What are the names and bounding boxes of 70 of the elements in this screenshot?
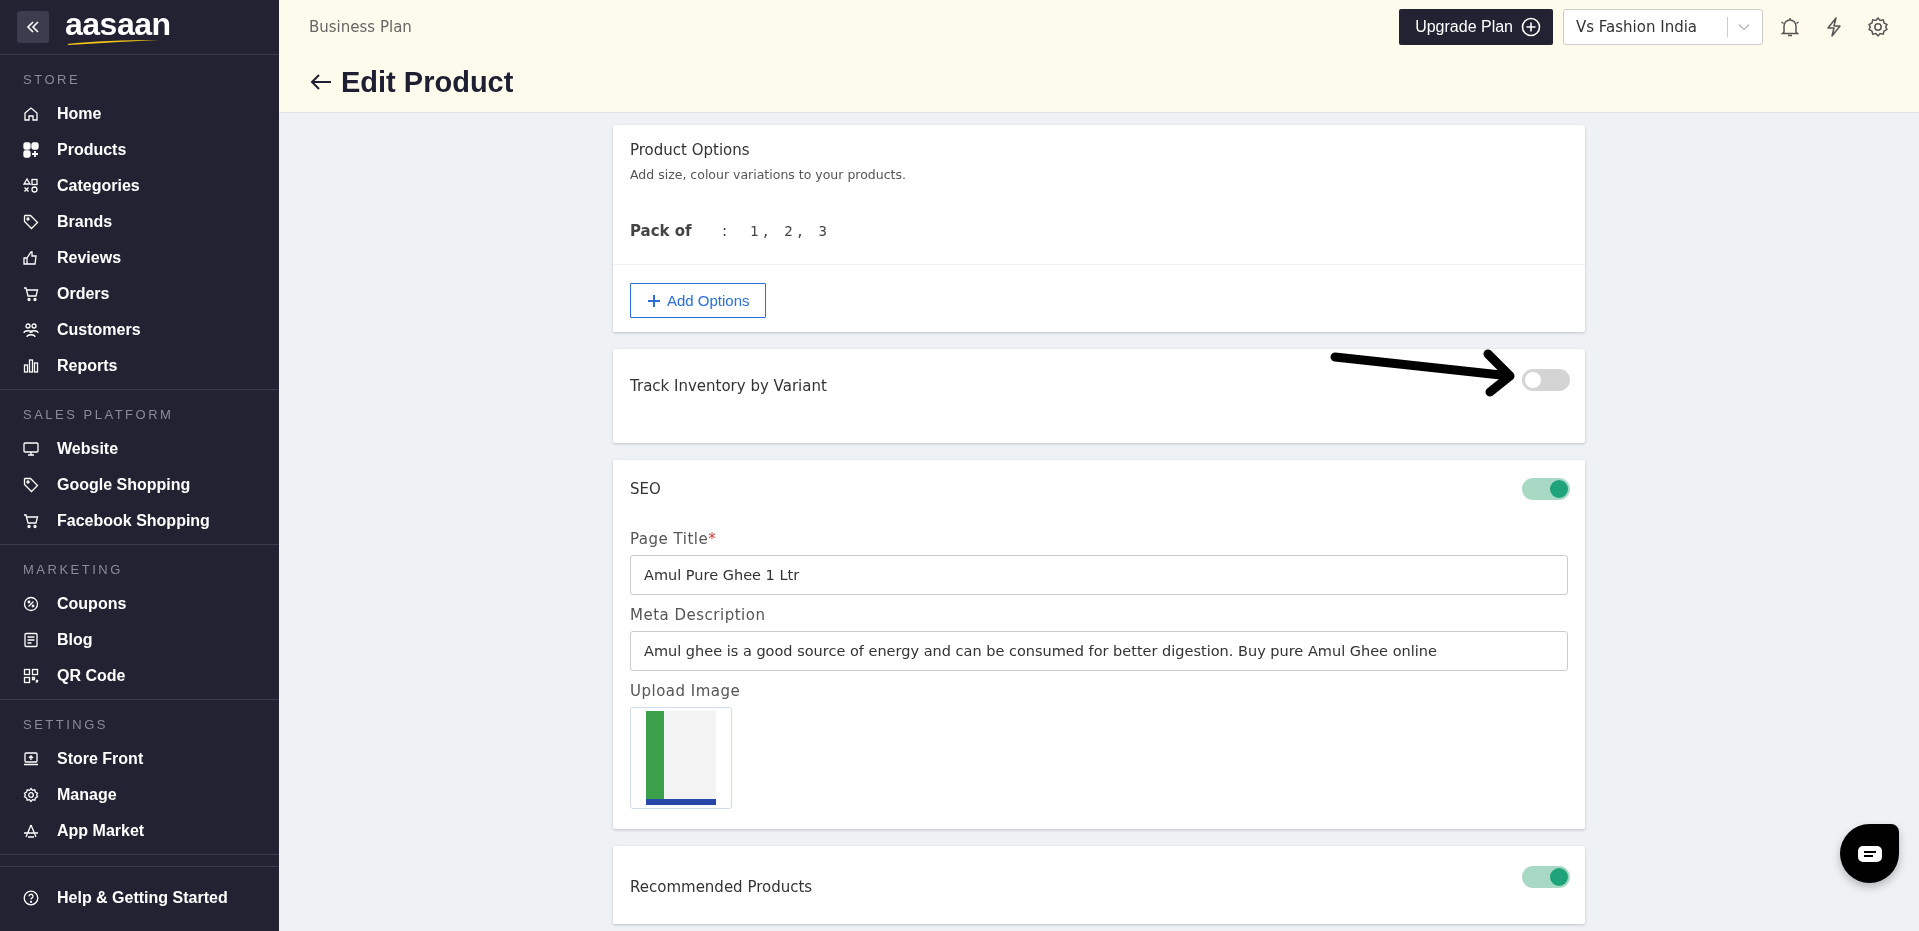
sidebar-item[interactable]: Reviews: [0, 240, 279, 276]
card-subtitle: Add size, colour variations to your products.: [630, 167, 907, 182]
toggle-switch[interactable]: [1522, 369, 1570, 391]
sidebar-item[interactable]: Coupons: [0, 586, 279, 622]
document-icon: [23, 632, 39, 648]
sidebar-item[interactable]: Google Shopping: [0, 467, 279, 503]
collapse-button[interactable]: [17, 11, 49, 43]
sidebar-item[interactable]: Orders: [0, 276, 279, 312]
plus-circle-icon: [1521, 17, 1541, 37]
sidebar-item[interactable]: Categories: [0, 168, 279, 204]
chevron-down-icon: [1738, 23, 1750, 31]
card-title: Product Options: [630, 141, 751, 159]
double-chevron-left-icon: [25, 19, 41, 35]
add-options-button[interactable]: Add Options: [630, 283, 766, 318]
option-values: 1, 2, 3: [750, 223, 830, 239]
upgrade-plan-button[interactable]: Upgrade Plan: [1399, 9, 1553, 45]
store-select[interactable]: Vs Fashion India: [1563, 9, 1763, 45]
sidebar-item[interactable]: Blog: [0, 622, 279, 658]
tag-icon: [23, 477, 39, 493]
product-image-thumbnail[interactable]: [630, 707, 732, 809]
cart-icon: [23, 513, 39, 529]
thumbs-up-icon: [23, 250, 39, 266]
meta-description-field[interactable]: Amul ghee is a good source of energy and can be consumed for better digestion. Buy pure Amul Ghee online: [630, 631, 1568, 671]
toggle-switch[interactable]: [1522, 866, 1570, 888]
tag-icon: [23, 214, 39, 230]
help-icon: [23, 890, 39, 906]
chat-icon: [1856, 844, 1883, 863]
sidebar-item[interactable]: Website: [0, 431, 279, 467]
sidebar-item[interactable]: Facebook Shopping: [0, 503, 279, 539]
page-title-field[interactable]: Amul Pure Ghee 1 Ltr: [630, 555, 1568, 595]
back-arrow-icon[interactable]: [309, 73, 333, 91]
option-name: Pack of: [630, 222, 693, 240]
option-separator: :: [722, 222, 729, 240]
plan-label: Business Plan: [309, 18, 412, 36]
sidebar-item[interactable]: Customers: [0, 312, 279, 348]
sidebar-item[interactable]: QR Code: [0, 658, 279, 694]
sidebar-item[interactable]: Home: [0, 96, 279, 132]
card-title: SEO: [630, 480, 661, 498]
section-heading: STORE: [22, 72, 82, 89]
settings-icon: [23, 787, 39, 803]
toggle-switch[interactable]: [1522, 478, 1570, 500]
monitor-icon: [23, 441, 39, 457]
page-title: Edit Product: [341, 65, 514, 99]
qr-code-icon: [23, 668, 39, 684]
sidebar-item[interactable]: Manage: [0, 777, 279, 813]
field-label: Page Title*: [630, 530, 718, 548]
laptop-icon: [23, 751, 39, 767]
sidebar-item[interactable]: Reports: [0, 348, 279, 384]
chat-bubble-button[interactable]: [1840, 824, 1899, 883]
field-label: Meta Description: [630, 606, 767, 624]
plus-icon: [647, 293, 661, 308]
sidebar-item[interactable]: Store Front: [0, 741, 279, 777]
sidebar-item[interactable]: Products: [0, 132, 279, 168]
badge-percent-icon: [23, 596, 39, 612]
home-icon: [23, 106, 39, 122]
shapes-icon: [23, 178, 39, 194]
sidebar-item[interactable]: App Market: [0, 813, 279, 849]
field-label: Upload Image: [630, 682, 742, 700]
section-heading: MARKETING: [22, 562, 124, 579]
card-title: Recommended Products: [630, 878, 813, 896]
grid-plus-icon: [23, 142, 39, 158]
section-heading: SETTINGS: [22, 717, 109, 734]
bar-chart-icon: [23, 358, 39, 374]
section-heading: SALES PLATFORM: [22, 407, 175, 424]
logo-text: aasaan: [65, 9, 171, 38]
app-store-icon: [23, 823, 39, 839]
sidebar-item[interactable]: Brands: [0, 204, 279, 240]
people-icon: [23, 322, 39, 338]
cart-icon: [23, 286, 39, 302]
card-title: Track Inventory by Variant: [630, 377, 827, 395]
